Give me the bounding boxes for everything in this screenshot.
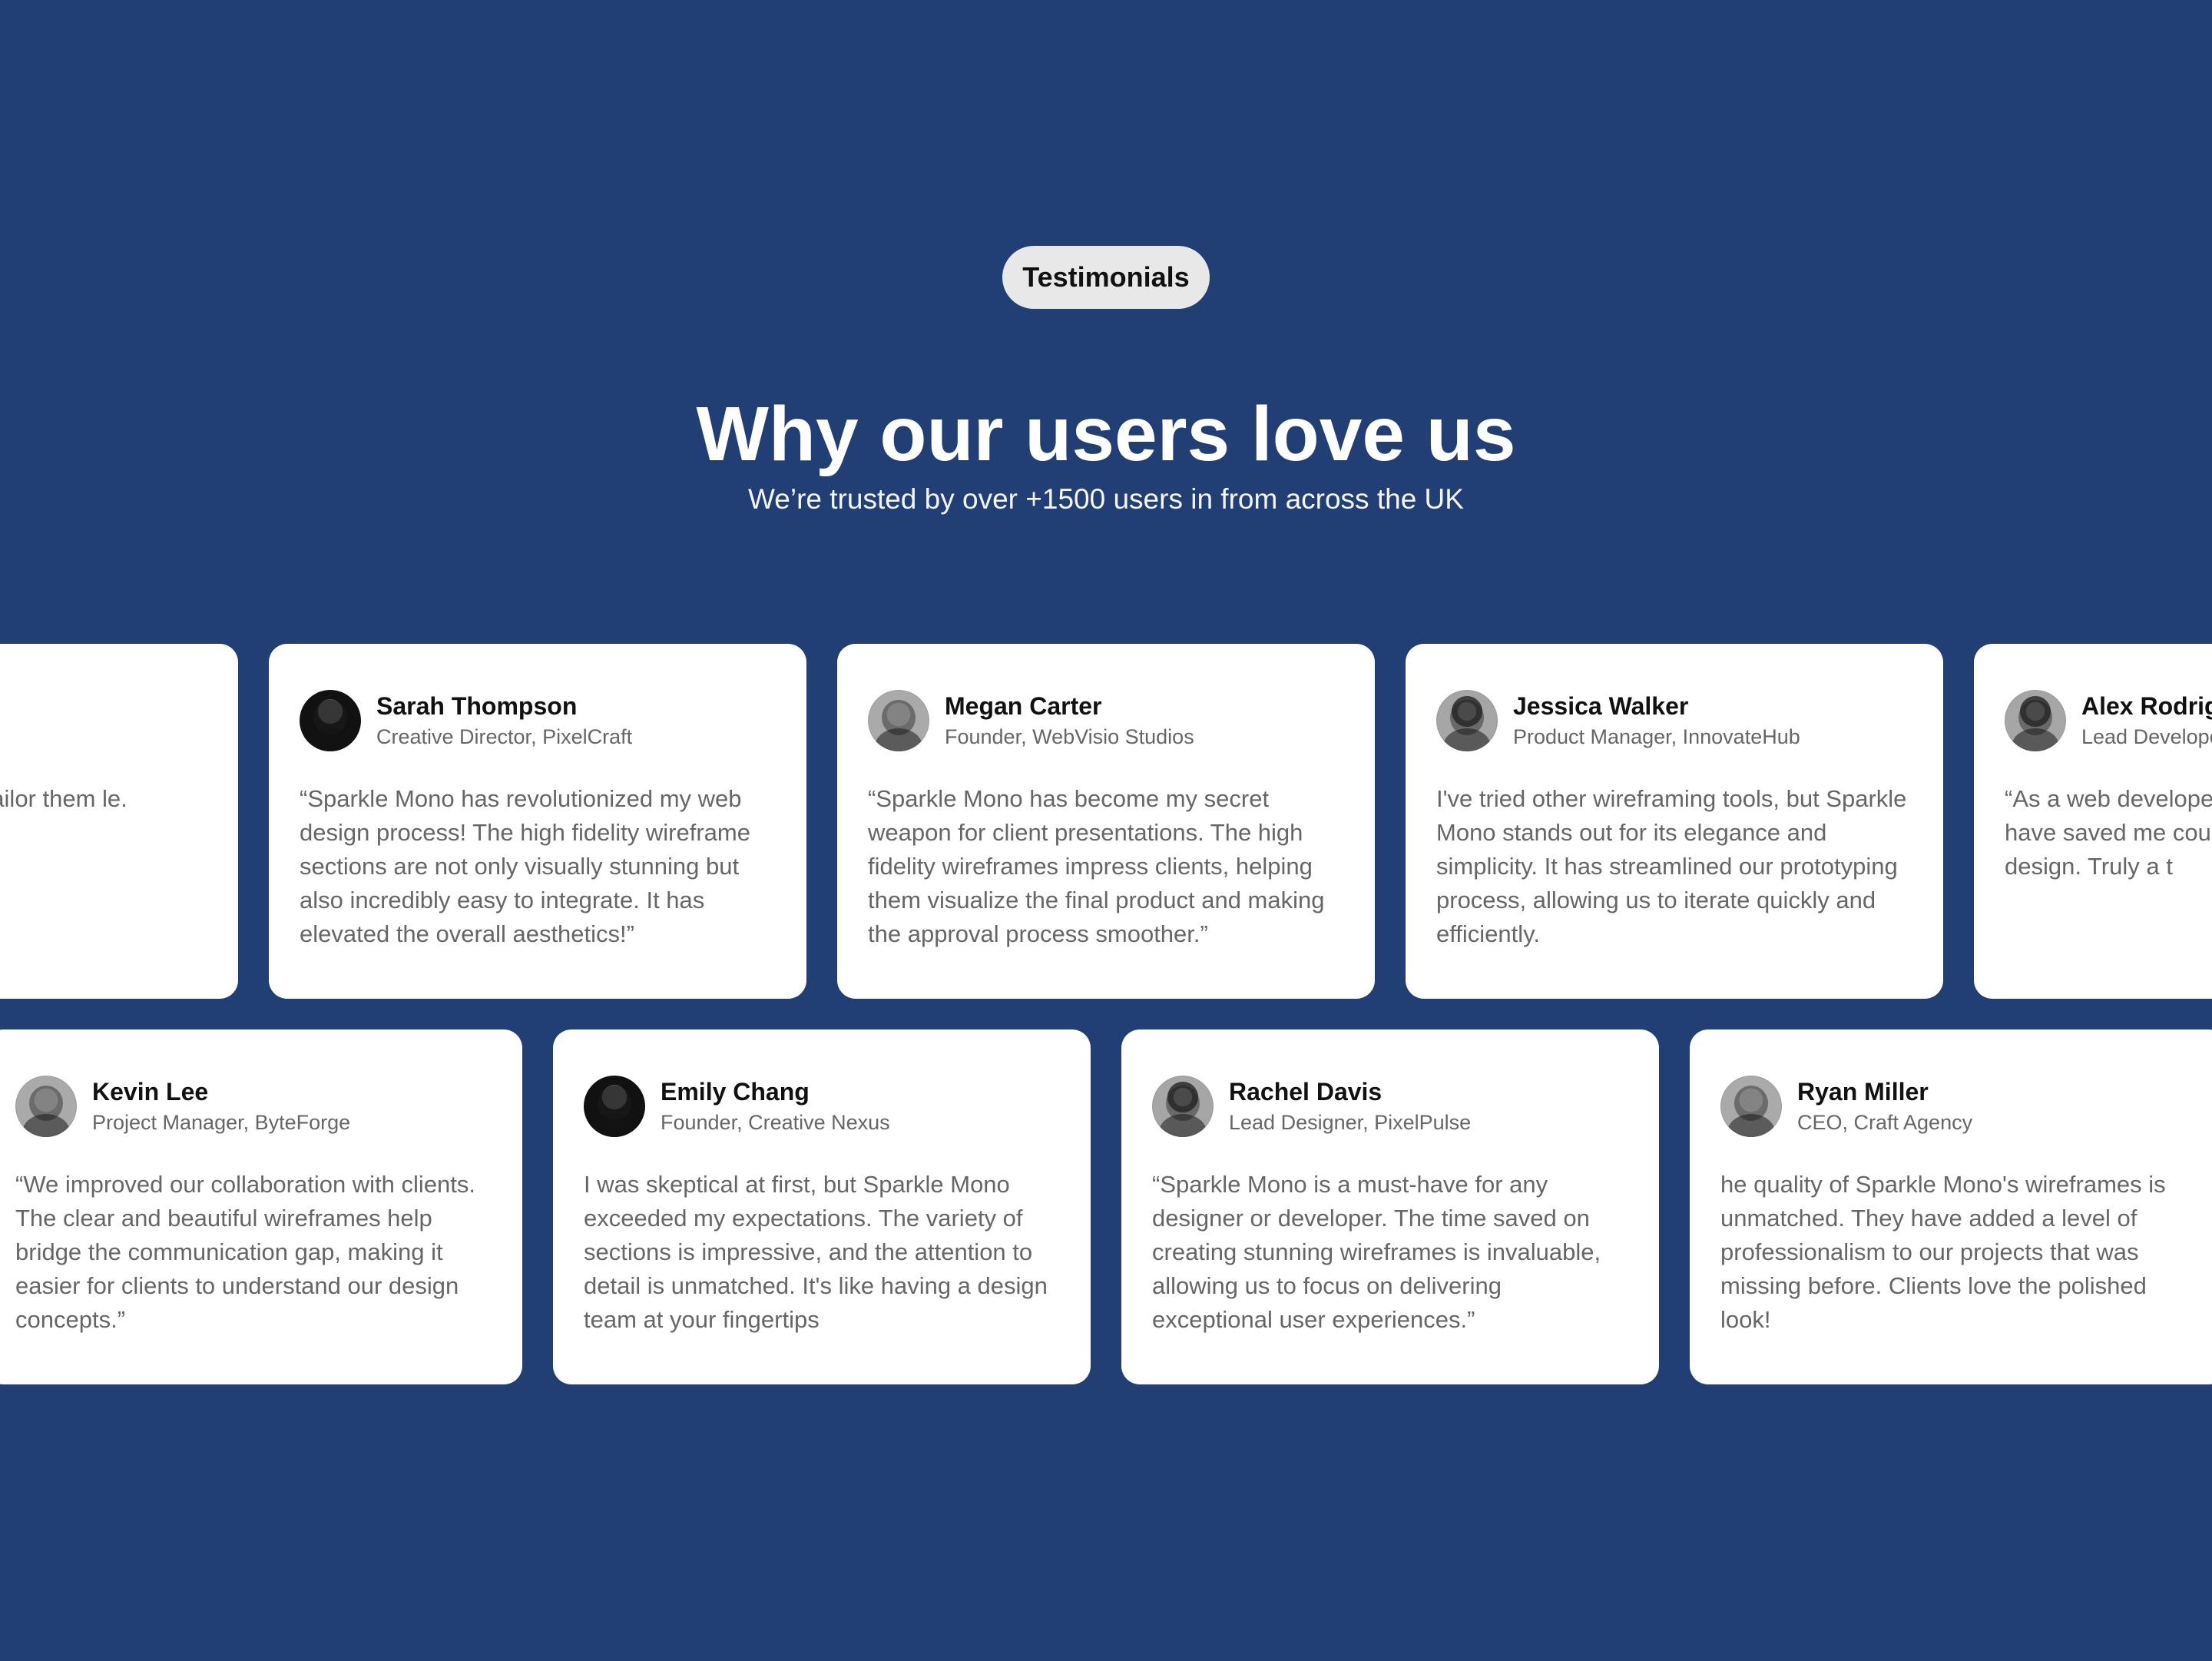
testimonial-card-header: nVista bbox=[0, 690, 207, 751]
avatar bbox=[584, 1076, 645, 1137]
testimonial-quote: he quality of Sparkle Mono's wireframes … bbox=[1720, 1171, 2166, 1333]
testimonial-card-header: Megan Carter Founder, WebVisio Studios bbox=[868, 690, 1344, 751]
avatar bbox=[300, 690, 361, 751]
avatar bbox=[1436, 690, 1498, 751]
author-meta: Sarah Thompson Creative Director, PixelC… bbox=[376, 690, 632, 751]
author-meta: Ryan Miller CEO, Craft Agency bbox=[1797, 1076, 1972, 1137]
testimonial-card-alex-rodrigu: Alex Rodrigu Lead Develope “As a web dev… bbox=[1974, 644, 2212, 999]
author-name: Alex Rodrigu bbox=[2081, 692, 2212, 720]
author-name: Megan Carter bbox=[945, 692, 1102, 720]
testimonial-card-megan-carter: Megan Carter Founder, WebVisio Studios “… bbox=[837, 644, 1375, 999]
avatar bbox=[1720, 1076, 1782, 1137]
author-meta: Kevin Lee Project Manager, ByteForge bbox=[92, 1076, 350, 1137]
testimonial-card-jessica-walker: Jessica Walker Product Manager, Innovate… bbox=[1406, 644, 1943, 999]
testimonial-row-bottom: Kevin Lee Project Manager, ByteForge “We… bbox=[0, 1029, 2212, 1384]
testimonial-card-sarah-thompson: Sarah Thompson Creative Director, PixelC… bbox=[269, 644, 806, 999]
testimonial-card-kevin-lee: Kevin Lee Project Manager, ByteForge “We… bbox=[0, 1029, 522, 1384]
testimonials-badge: Testimonials bbox=[1002, 246, 1210, 309]
author-name: Jessica Walker bbox=[1513, 692, 1689, 720]
testimonial-quote: he an essential . The wireframes also hi… bbox=[0, 785, 127, 812]
testimonial-card-header: Kevin Lee Project Manager, ByteForge bbox=[15, 1076, 492, 1137]
author-name: Kevin Lee bbox=[92, 1078, 209, 1106]
author-role: Product Manager, InnovateHub bbox=[1513, 725, 1800, 748]
testimonial-card-partial-left: nVista he an essential . The wireframes … bbox=[0, 644, 238, 999]
author-meta: Rachel Davis Lead Designer, PixelPulse bbox=[1229, 1076, 1471, 1137]
testimonial-quote: “As a web develope game-changer. The hav… bbox=[2005, 785, 2212, 880]
testimonial-card-header: Sarah Thompson Creative Director, PixelC… bbox=[300, 690, 776, 751]
testimonial-quote: “Sparkle Mono is a must-have for any des… bbox=[1152, 1171, 1601, 1333]
testimonial-quote: I was skeptical at first, but Sparkle Mo… bbox=[584, 1171, 1048, 1333]
author-role: Lead Develope bbox=[2081, 725, 2212, 748]
author-role: Creative Director, PixelCraft bbox=[376, 725, 633, 748]
testimonial-quote: “Sparkle Mono has become my secret weapo… bbox=[868, 785, 1325, 947]
author-role: Founder, WebVisio Studios bbox=[945, 725, 1194, 748]
testimonial-card-header: Ryan Miller CEO, Craft Agency bbox=[1720, 1076, 2197, 1137]
author-meta: Megan Carter Founder, WebVisio Studios bbox=[945, 690, 1194, 751]
testimonial-card-emily-chang: Emily Chang Founder, Creative Nexus I wa… bbox=[553, 1029, 1091, 1384]
testimonial-card-header: Rachel Davis Lead Designer, PixelPulse bbox=[1152, 1076, 1628, 1137]
author-meta: Jessica Walker Product Manager, Innovate… bbox=[1513, 690, 1800, 751]
author-role: CEO, Craft Agency bbox=[1797, 1111, 1973, 1134]
testimonial-quote: I've tried other wireframing tools, but … bbox=[1436, 785, 1907, 947]
author-role: Founder, Creative Nexus bbox=[661, 1111, 890, 1134]
avatar bbox=[15, 1076, 77, 1137]
avatar bbox=[2005, 690, 2066, 751]
section-title: Why our users love us bbox=[696, 391, 1516, 477]
testimonial-card-ryan-miller: Ryan Miller CEO, Craft Agency he quality… bbox=[1690, 1029, 2212, 1384]
testimonial-card-header: Emily Chang Founder, Creative Nexus bbox=[584, 1076, 1060, 1137]
testimonial-card-header: Jessica Walker Product Manager, Innovate… bbox=[1436, 690, 1912, 751]
avatar bbox=[1152, 1076, 1214, 1137]
testimonial-card-rachel-davis: Rachel Davis Lead Designer, PixelPulse “… bbox=[1121, 1029, 1659, 1384]
author-meta: Alex Rodrigu Lead Develope bbox=[2081, 690, 2212, 751]
section-subtitle: We’re trusted by over +1500 users in fro… bbox=[748, 483, 1464, 515]
author-role: Lead Designer, PixelPulse bbox=[1229, 1111, 1472, 1134]
author-name: Ryan Miller bbox=[1797, 1078, 1929, 1106]
author-role: Project Manager, ByteForge bbox=[92, 1111, 351, 1134]
author-name: Emily Chang bbox=[661, 1078, 810, 1106]
testimonial-card-header: Alex Rodrigu Lead Develope bbox=[2005, 690, 2212, 751]
testimonial-quote: “Sparkle Mono has revolutionized my web … bbox=[300, 785, 750, 947]
testimonial-quote: “We improved our collaboration with clie… bbox=[15, 1171, 476, 1333]
avatar bbox=[868, 690, 929, 751]
author-name: Rachel Davis bbox=[1229, 1078, 1382, 1106]
author-meta: Emily Chang Founder, Creative Nexus bbox=[661, 1076, 890, 1137]
testimonial-row-top: nVista he an essential . The wireframes … bbox=[0, 644, 2212, 999]
author-name: Sarah Thompson bbox=[376, 692, 578, 720]
